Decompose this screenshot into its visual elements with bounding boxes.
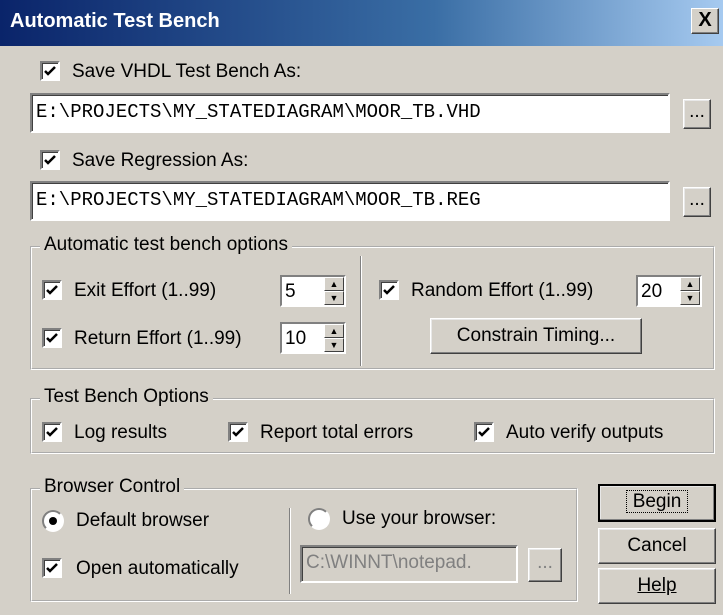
open-automatically-checkbox[interactable] xyxy=(42,558,62,578)
open-automatically-label: Open automatically xyxy=(76,558,239,579)
browser-divider xyxy=(289,508,291,594)
use-your-browser-radio[interactable] xyxy=(308,508,330,530)
exit-effort-checkbox[interactable] xyxy=(42,280,62,300)
spin-down-icon[interactable]: ▼ xyxy=(680,291,700,305)
spin-up-icon[interactable]: ▲ xyxy=(324,277,344,291)
exit-effort-value: 5 xyxy=(285,281,296,302)
checkmark-icon xyxy=(232,427,244,437)
begin-button-label: Begin xyxy=(625,490,689,513)
checkmark-icon xyxy=(44,155,56,165)
checkmark-icon xyxy=(46,427,58,437)
spin-up-icon[interactable]: ▲ xyxy=(324,324,344,338)
browser-browse-button[interactable]: ... xyxy=(528,548,562,582)
save-vhdl-label: Save VHDL Test Bench As: xyxy=(72,61,302,82)
vhdl-browse-button[interactable]: ... xyxy=(683,99,711,129)
checkmark-icon xyxy=(383,285,395,295)
browser-path-input[interactable]: C:\WINNT\notepad. xyxy=(300,545,518,583)
auto-verify-outputs-checkbox[interactable] xyxy=(474,422,494,442)
log-results-label: Log results xyxy=(74,422,167,443)
regression-path-input[interactable]: E:\PROJECTS\MY_STATEDIAGRAM\MOOR_TB.REG xyxy=(30,181,670,221)
window-title: Automatic Test Bench xyxy=(10,10,220,32)
spin-down-icon[interactable]: ▼ xyxy=(324,291,344,305)
vhdl-path-input[interactable]: E:\PROJECTS\MY_STATEDIAGRAM\MOOR_TB.VHD xyxy=(30,93,670,133)
random-effort-label: Random Effort (1..99) xyxy=(411,280,594,301)
random-effort-spinner[interactable]: 20 ▲ ▼ xyxy=(636,275,702,307)
exit-effort-spinner[interactable]: 5 ▲ ▼ xyxy=(280,275,346,307)
return-effort-spinner[interactable]: 10 ▲ ▼ xyxy=(280,322,346,354)
auto-verify-outputs-label: Auto verify outputs xyxy=(506,422,664,443)
save-regression-checkbox[interactable] xyxy=(40,150,60,170)
close-button[interactable]: X xyxy=(691,8,719,34)
browser-control-legend: Browser Control xyxy=(40,476,185,498)
atb-divider xyxy=(360,256,362,366)
exit-effort-label: Exit Effort (1..99) xyxy=(74,280,217,301)
checkmark-icon xyxy=(46,333,58,343)
return-effort-checkbox[interactable] xyxy=(42,328,62,348)
random-effort-value: 20 xyxy=(641,281,663,302)
default-browser-label: Default browser xyxy=(76,510,210,531)
save-vhdl-checkbox[interactable] xyxy=(40,61,60,81)
report-total-errors-label: Report total errors xyxy=(260,422,414,443)
tb-options-legend: Test Bench Options xyxy=(40,386,213,408)
checkmark-icon xyxy=(44,66,56,76)
atb-options-legend: Automatic test bench options xyxy=(40,234,292,256)
constrain-timing-button[interactable]: Constrain Timing... xyxy=(430,318,642,354)
help-button[interactable]: Help xyxy=(598,568,716,604)
checkmark-icon xyxy=(46,285,58,295)
checkmark-icon xyxy=(46,563,58,573)
begin-button[interactable]: Begin xyxy=(598,484,716,522)
spin-up-icon[interactable]: ▲ xyxy=(680,277,700,291)
spin-down-icon[interactable]: ▼ xyxy=(324,338,344,352)
use-your-browser-label: Use your browser: xyxy=(342,508,497,529)
default-browser-radio[interactable] xyxy=(42,510,64,532)
log-results-checkbox[interactable] xyxy=(42,422,62,442)
save-regression-label: Save Regression As: xyxy=(72,150,249,171)
checkmark-icon xyxy=(478,427,490,437)
return-effort-label: Return Effort (1..99) xyxy=(74,328,242,349)
cancel-button[interactable]: Cancel xyxy=(598,528,716,564)
help-button-label: Help xyxy=(637,575,677,596)
regression-browse-button[interactable]: ... xyxy=(683,187,711,217)
title-bar: Automatic Test Bench X xyxy=(0,0,723,46)
random-effort-checkbox[interactable] xyxy=(379,280,399,300)
return-effort-value: 10 xyxy=(285,328,307,349)
report-total-errors-checkbox[interactable] xyxy=(228,422,248,442)
